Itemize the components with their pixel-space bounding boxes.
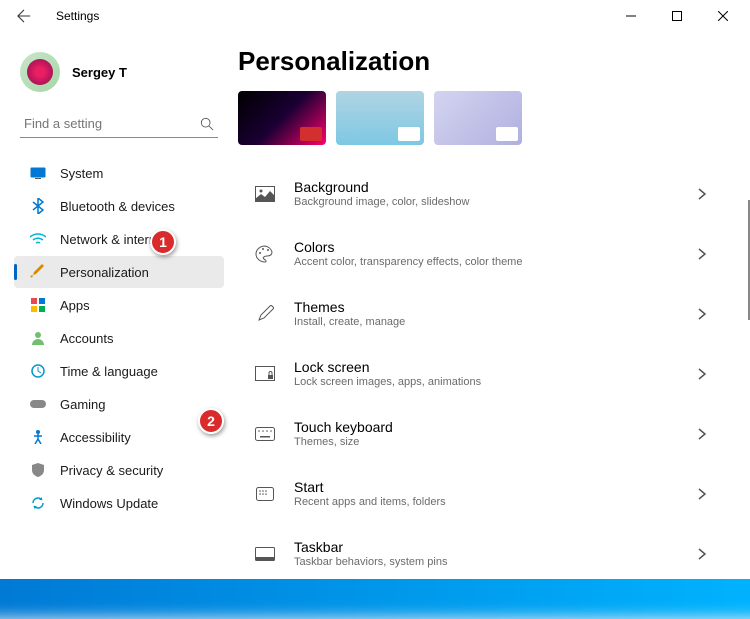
card-title: Taskbar <box>294 539 680 555</box>
back-button[interactable] <box>4 0 44 32</box>
sidebar-item-accessibility[interactable]: Accessibility <box>14 421 224 453</box>
apps-icon <box>30 297 46 313</box>
sidebar-item-personalization[interactable]: Personalization <box>14 256 224 288</box>
card-title: Themes <box>294 299 680 315</box>
update-icon <box>30 495 46 511</box>
window-title: Settings <box>56 9 99 23</box>
sidebar-item-label: Accessibility <box>60 430 131 445</box>
sidebar-item-label: Bluetooth & devices <box>60 199 175 214</box>
card-touch-keyboard[interactable]: Touch keyboardThemes, size <box>238 405 722 462</box>
sidebar-item-label: Time & language <box>60 364 158 379</box>
avatar <box>20 52 60 92</box>
user-name: Sergey T <box>72 65 127 80</box>
monitor-icon <box>30 165 46 181</box>
card-title: Background <box>294 179 680 195</box>
card-title: Lock screen <box>294 359 680 375</box>
chevron-right-icon <box>698 548 706 560</box>
user-profile[interactable]: Sergey T <box>8 40 230 110</box>
bluetooth-icon <box>30 198 46 214</box>
image-icon <box>254 183 276 205</box>
search-box[interactable] <box>20 110 218 138</box>
sidebar-item-windows-update[interactable]: Windows Update <box>14 487 224 519</box>
card-themes[interactable]: ThemesInstall, create, manage <box>238 285 722 342</box>
card-sub: Install, create, manage <box>294 316 680 328</box>
card-start[interactable]: StartRecent apps and items, folders <box>238 465 722 522</box>
theme-preview-1[interactable] <box>238 91 326 145</box>
brush-icon <box>254 303 276 325</box>
theme-previews <box>238 91 722 145</box>
titlebar: Settings <box>0 0 750 32</box>
sidebar-item-gaming[interactable]: Gaming <box>14 388 224 420</box>
theme-preview-3[interactable] <box>434 91 522 145</box>
keyboard-icon <box>254 423 276 445</box>
person-icon <box>30 330 46 346</box>
wifi-icon <box>30 231 46 247</box>
sidebar-item-time-language[interactable]: Time & language <box>14 355 224 387</box>
card-sub: Accent color, transparency effects, colo… <box>294 256 680 268</box>
sidebar-item-privacy[interactable]: Privacy & security <box>14 454 224 486</box>
card-title: Touch keyboard <box>294 419 680 435</box>
card-title: Start <box>294 479 680 495</box>
sidebar-item-system[interactable]: System <box>14 157 224 189</box>
sidebar-item-label: Apps <box>60 298 90 313</box>
card-sub: Lock screen images, apps, animations <box>294 376 680 388</box>
card-sub: Themes, size <box>294 436 680 448</box>
card-background[interactable]: BackgroundBackground image, color, slide… <box>238 165 722 222</box>
palette-icon <box>254 243 276 265</box>
sidebar-item-bluetooth[interactable]: Bluetooth & devices <box>14 190 224 222</box>
chevron-right-icon <box>698 428 706 440</box>
card-lock-screen[interactable]: Lock screenLock screen images, apps, ani… <box>238 345 722 402</box>
accessibility-icon <box>30 429 46 445</box>
chevron-right-icon <box>698 488 706 500</box>
main-content: Personalization BackgroundBackground ima… <box>230 32 750 579</box>
search-input[interactable] <box>24 116 200 131</box>
close-icon <box>718 11 728 21</box>
sidebar-item-apps[interactable]: Apps <box>14 289 224 321</box>
card-title: Colors <box>294 239 680 255</box>
sidebar-item-label: Gaming <box>60 397 106 412</box>
minimize-button[interactable] <box>608 0 654 32</box>
globe-clock-icon <box>30 363 46 379</box>
taskbar-icon <box>254 543 276 565</box>
card-colors[interactable]: ColorsAccent color, transparency effects… <box>238 225 722 282</box>
chevron-right-icon <box>698 248 706 260</box>
sidebar-item-network[interactable]: Network & internet <box>14 223 224 255</box>
lock-screen-icon <box>254 363 276 385</box>
sidebar-item-label: System <box>60 166 103 181</box>
paintbrush-icon <box>30 264 46 280</box>
start-icon <box>254 483 276 505</box>
card-sub: Background image, color, slideshow <box>294 196 680 208</box>
shield-icon <box>30 462 46 478</box>
sidebar-item-label: Accounts <box>60 331 113 346</box>
card-taskbar[interactable]: TaskbarTaskbar behaviors, system pins <box>238 525 722 579</box>
sidebar-item-label: Personalization <box>60 265 149 280</box>
sidebar-item-label: Privacy & security <box>60 463 163 478</box>
chevron-right-icon <box>698 308 706 320</box>
search-icon <box>200 117 214 131</box>
card-sub: Recent apps and items, folders <box>294 496 680 508</box>
chevron-right-icon <box>698 188 706 200</box>
annotation-callout-1: 1 <box>150 229 176 255</box>
gaming-icon <box>30 396 46 412</box>
page-title: Personalization <box>238 46 722 77</box>
sidebar: Sergey T System Bluetooth & devices Netw… <box>0 32 230 579</box>
sidebar-item-label: Windows Update <box>60 496 158 511</box>
annotation-callout-2: 2 <box>198 408 224 434</box>
maximize-icon <box>672 11 682 21</box>
card-sub: Taskbar behaviors, system pins <box>294 556 680 568</box>
back-arrow-icon <box>17 9 31 23</box>
minimize-icon <box>626 11 636 21</box>
chevron-right-icon <box>698 368 706 380</box>
close-button[interactable] <box>700 0 746 32</box>
maximize-button[interactable] <box>654 0 700 32</box>
theme-preview-2[interactable] <box>336 91 424 145</box>
sidebar-item-accounts[interactable]: Accounts <box>14 322 224 354</box>
